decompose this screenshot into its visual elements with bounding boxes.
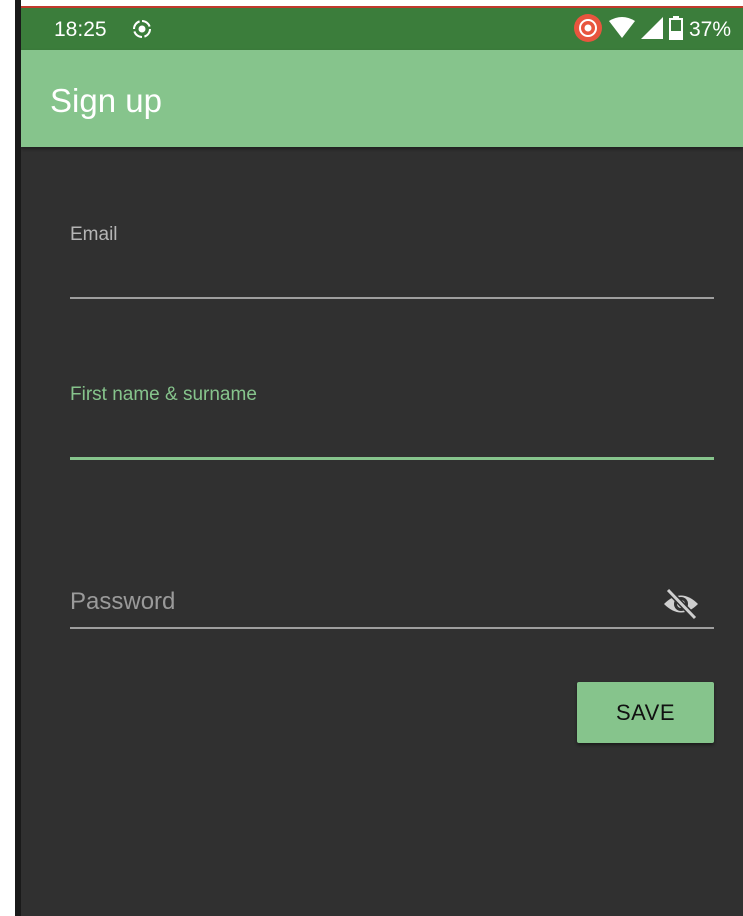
email-label: Email bbox=[70, 224, 118, 245]
page-title: Sign up bbox=[50, 82, 162, 119]
email-underline bbox=[70, 297, 714, 299]
eye-off-icon[interactable] bbox=[662, 587, 700, 621]
screen-record-icon bbox=[132, 19, 152, 39]
cell-signal-icon bbox=[640, 16, 663, 44]
password-field[interactable] bbox=[70, 585, 650, 619]
status-icons: 37% bbox=[573, 13, 731, 45]
name-field[interactable] bbox=[70, 421, 714, 455]
battery-percent: 37% bbox=[688, 18, 731, 41]
cast-icon bbox=[573, 13, 603, 48]
battery-icon bbox=[668, 15, 683, 45]
app-bar: Sign up bbox=[21, 50, 743, 147]
app-screen: 18:25 37% Sign up Email First name & sur… bbox=[21, 8, 743, 916]
email-field[interactable] bbox=[70, 261, 714, 295]
password-underline bbox=[70, 627, 714, 629]
status-time: 18:25 bbox=[54, 18, 107, 41]
name-underline bbox=[70, 457, 714, 460]
status-bar: 18:25 37% bbox=[21, 8, 743, 50]
name-label: First name & surname bbox=[70, 384, 257, 405]
save-button[interactable]: SAVE bbox=[577, 682, 714, 743]
wifi-icon bbox=[608, 16, 635, 44]
